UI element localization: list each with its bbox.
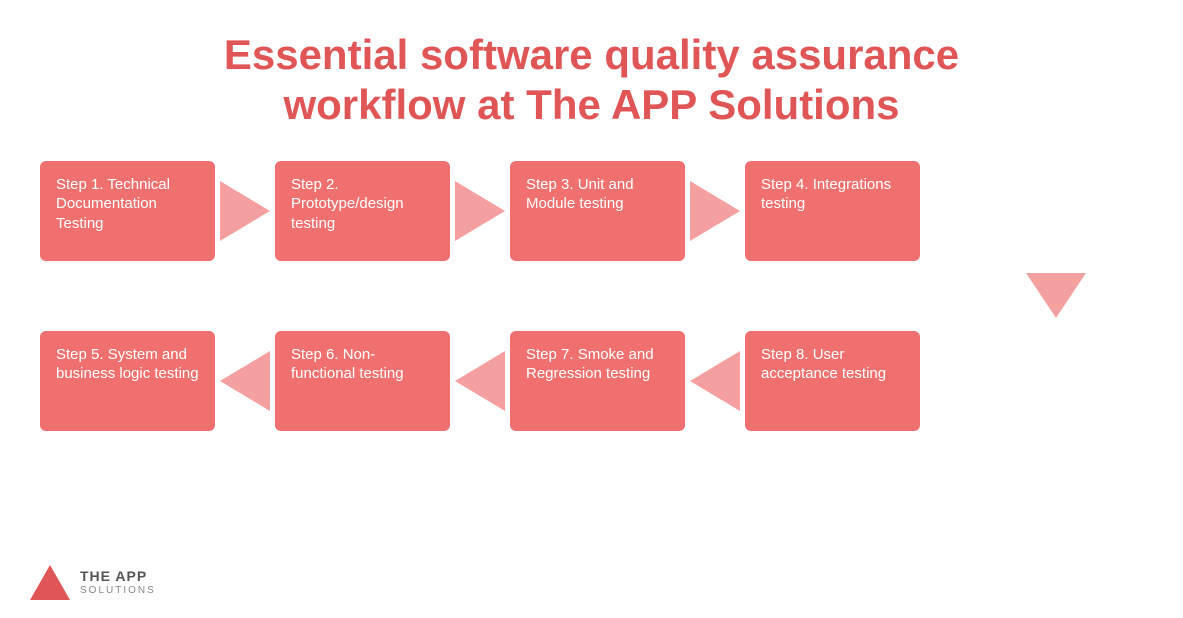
step-2-box: Step 2. Prototype/design testing (275, 161, 450, 261)
step-4-box: Step 4. Integrations testing (745, 161, 920, 261)
step-3-box: Step 3. Unit and Module testing (510, 161, 685, 261)
arrow-down-icon (1036, 271, 1076, 321)
logo-text: THE APP SOLUTIONS (80, 568, 156, 597)
arrow-1-2-icon (215, 191, 275, 231)
step-6-box: Step 6. Non-functional testing (275, 331, 450, 431)
arrow-2-3-icon (450, 191, 510, 231)
arrow-5-6-icon (215, 361, 275, 401)
step-8-box: Step 8. User acceptance testing (745, 331, 920, 431)
step-1-box: Step 1. Technical Documentation Testing (40, 161, 215, 261)
logo-area: THE APP SOLUTIONS (30, 565, 156, 600)
logo-solutions: SOLUTIONS (80, 585, 156, 597)
page-title: Essential software quality assurance wor… (40, 30, 1143, 131)
logo-the-app: THE APP (80, 568, 156, 585)
arrow-7-8-icon (685, 361, 745, 401)
logo-triangle-icon (30, 565, 70, 600)
workflow-diagram: Step 1. Technical Documentation Testing … (40, 161, 1143, 598)
main-container: Essential software quality assurance wor… (0, 0, 1183, 618)
workflow-row-1: Step 1. Technical Documentation Testing … (40, 161, 1143, 261)
arrow-6-7-icon (450, 361, 510, 401)
step-5-box: Step 5. System and business logic testin… (40, 331, 215, 431)
step-7-box: Step 7. Smoke and Regression testing (510, 331, 685, 431)
workflow-row-2: Step 8. User acceptance testing Step 7. … (40, 331, 1143, 431)
arrow-3-4-icon (685, 191, 745, 231)
